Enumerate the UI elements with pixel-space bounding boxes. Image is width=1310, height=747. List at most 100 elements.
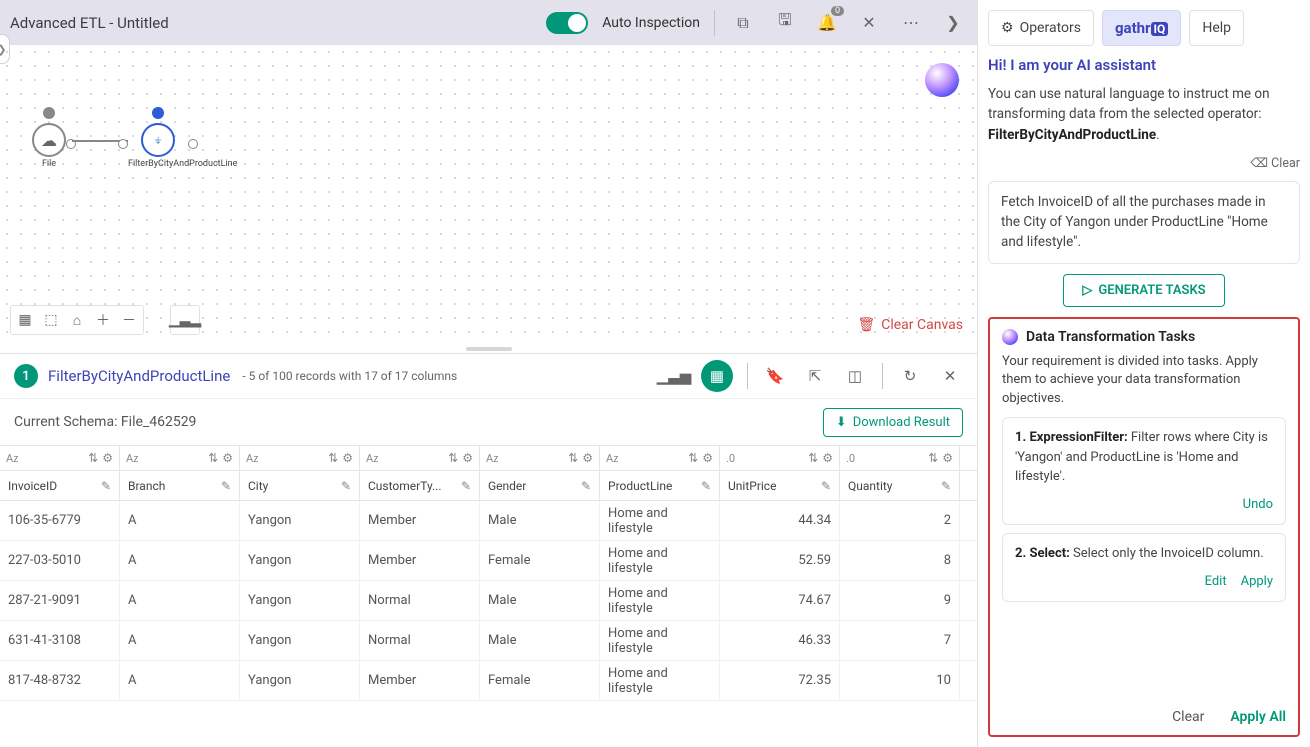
edit-icon[interactable]: ✎ [101,479,111,493]
more-icon[interactable]: ⋯ [897,9,925,37]
forward-icon[interactable]: ❯ [939,9,967,37]
edit-icon[interactable]: ✎ [341,479,351,493]
close-panel-icon[interactable]: ✕ [937,363,963,389]
select-icon[interactable]: ⬚ [39,308,63,332]
col-header[interactable]: Branch✎ [120,471,240,500]
gear-icon[interactable]: ⚙ [342,451,353,465]
tab-operators[interactable]: ⚙ Operators [988,10,1094,46]
sort-icon[interactable]: ⇅ [568,451,578,465]
canvas[interactable]: ☁ File ⍖ FilterByCityAndProductLine ▦ ⬚ … [0,45,977,345]
col-type: Aᴢ⇅⚙ [240,446,360,470]
gear-icon[interactable]: ⚙ [462,451,473,465]
canvas-toolbar: ▦ ⬚ ⌂ ＋ － [10,305,144,335]
edit-icon[interactable]: ✎ [941,479,951,493]
copy-icon[interactable]: ⧉ [729,9,757,37]
export-icon[interactable]: ⇱ [802,363,828,389]
stats-icon[interactable]: ▁▃▂ [173,308,197,332]
sort-icon[interactable]: ⇅ [328,451,338,465]
gear-icon[interactable]: ⚙ [942,451,953,465]
col-header[interactable]: InvoiceID✎ [0,471,120,500]
gear-icon[interactable]: ⚙ [222,451,233,465]
gear-icon[interactable]: ⚙ [582,451,593,465]
sort-icon[interactable]: ⇅ [928,451,938,465]
gear-icon[interactable]: ⚙ [822,451,833,465]
table-cell: Normal [360,621,480,660]
edit-icon[interactable]: ✎ [221,479,231,493]
col-type: Aᴢ⇅⚙ [0,446,120,470]
auto-inspection-label: Auto Inspection [602,15,700,31]
bookmark-icon[interactable]: 🔖 [762,363,788,389]
clear-canvas-button[interactable]: 🗑 Clear Canvas [857,317,963,333]
generate-tasks-button[interactable]: ▷ GENERATE TASKS [1063,274,1224,307]
sort-icon[interactable]: ⇅ [688,451,698,465]
auto-inspection-toggle[interactable] [546,12,588,34]
data-table: Aᴢ⇅⚙Aᴢ⇅⚙Aᴢ⇅⚙Aᴢ⇅⚙Aᴢ⇅⚙Aᴢ⇅⚙.0⇅⚙.0⇅⚙ Invoice… [0,445,977,747]
tab-gathriq[interactable]: gathrIQ [1102,10,1181,46]
download-result-button[interactable]: ⬇ Download Result [823,408,963,437]
resize-handle[interactable] [0,345,977,353]
table-cell: 46.33 [720,621,840,660]
table-cell: Home and lifestyle [600,621,720,660]
table-cell: A [120,661,240,700]
col-header[interactable]: ProductLine✎ [600,471,720,500]
chart-icon[interactable]: ▁▃▅ [661,363,687,389]
col-header[interactable]: Quantity✎ [840,471,960,500]
task2-apply-link[interactable]: Apply [1241,572,1273,592]
table-cell: Female [480,541,600,580]
table-row[interactable]: 106-35-6779AYangonMemberMaleHome and lif… [0,501,977,541]
table-cell: 7 [840,621,960,660]
node-filter[interactable]: ⍖ FilterByCityAndProductLine [128,123,188,170]
trash-icon: 🗑 [857,317,875,333]
grid-icon[interactable]: ▦ [13,308,37,332]
minus-icon[interactable]: － [117,308,141,332]
eraser-icon: ⌫ [1250,156,1268,171]
col-header[interactable]: UnitPrice✎ [720,471,840,500]
edit-icon[interactable]: ✎ [701,479,711,493]
node-file[interactable]: ☁ File [32,123,66,170]
task1-undo-link[interactable]: Undo [1243,495,1273,515]
edit-icon[interactable]: ✎ [461,479,471,493]
table-row[interactable]: 817-48-8732AYangonMemberFemaleHome and l… [0,661,977,701]
split-icon[interactable]: ◫ [842,363,868,389]
table-cell: Yangon [240,501,360,540]
sort-icon[interactable]: ⇅ [208,451,218,465]
table-cell: 817-48-8732 [0,661,120,700]
table-row[interactable]: 227-03-5010AYangonMemberFemaleHome and l… [0,541,977,581]
schema-row: Current Schema: File_462529 ⬇ Download R… [0,399,977,445]
prompt-box[interactable]: Fetch InvoiceID of all the purchases mad… [988,181,1300,264]
tasks-apply-all-button[interactable]: Apply All [1230,709,1286,725]
col-header[interactable]: City✎ [240,471,360,500]
table-row[interactable]: 631-41-3108AYangonNormalMaleHome and lif… [0,621,977,661]
clear-prompt-link[interactable]: ⌫ Clear [988,155,1300,171]
table-cell: 227-03-5010 [0,541,120,580]
table-cell: Yangon [240,541,360,580]
gear-icon[interactable]: ⚙ [102,451,113,465]
table-cell: Male [480,581,600,620]
table-view-icon[interactable]: ▦ [701,360,733,392]
sort-icon[interactable]: ⇅ [88,451,98,465]
plus-icon[interactable]: ＋ [91,308,115,332]
home-icon[interactable]: ⌂ [65,308,89,332]
edit-icon[interactable]: ✎ [821,479,831,493]
task2-edit-link[interactable]: Edit [1205,572,1227,592]
gear-icon[interactable]: ⚙ [702,451,713,465]
close-icon[interactable]: ✕ [855,9,883,37]
col-header[interactable]: CustomerTy...✎ [360,471,480,500]
refresh-icon[interactable]: ↻ [897,363,923,389]
edit-icon[interactable]: ✎ [581,479,591,493]
sort-icon[interactable]: ⇅ [448,451,458,465]
table-cell: Home and lifestyle [600,581,720,620]
save-icon[interactable]: 🖫 [771,9,799,37]
ai-orb-icon[interactable] [925,63,959,97]
table-row[interactable]: 287-21-9091AYangonNormalMaleHome and lif… [0,581,977,621]
tasks-clear-button[interactable]: Clear [1172,709,1204,725]
tab-help[interactable]: Help [1189,10,1244,46]
ai-greeting: Hi! I am your AI assistant [988,56,1300,74]
table-cell: Male [480,501,600,540]
play-icon: ▷ [1082,283,1092,298]
table-cell: Home and lifestyle [600,661,720,700]
col-header[interactable]: Gender✎ [480,471,600,500]
tasks-title: Data Transformation Tasks [1002,329,1286,345]
bell-icon[interactable]: 🔔0 [813,9,841,37]
sort-icon[interactable]: ⇅ [808,451,818,465]
